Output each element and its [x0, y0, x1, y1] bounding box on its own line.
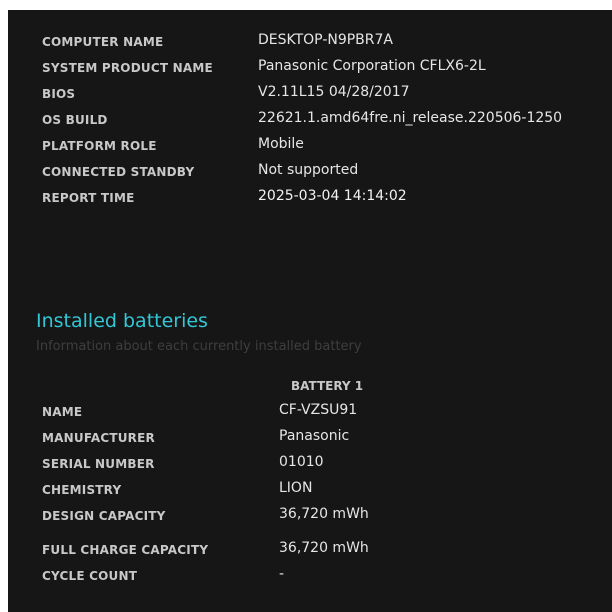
system-info-row-computer-name: COMPUTER NAME DESKTOP-N9PBR7A — [8, 32, 612, 56]
system-product-name-value: Panasonic Corporation CFLX6-2L — [258, 58, 486, 74]
design-capacity-value: 36,720 mWh — [279, 506, 369, 522]
report-time-value: 2025-03-04 14:14:02 — [258, 188, 407, 204]
serial-number-label: SERIAL NUMBER — [42, 457, 155, 471]
chemistry-value: LION — [279, 480, 313, 496]
bios-value: V2.11L15 04/28/2017 — [258, 84, 410, 100]
report-time-label: REPORT TIME — [42, 191, 135, 205]
battery-row-serial-number: SERIAL NUMBER 01010 — [8, 454, 612, 478]
system-info-row-report-time: REPORT TIME 2025-03-04 14:14:02 — [8, 188, 612, 212]
os-build-value: 22621.1.amd64fre.ni_release.220506-1250 — [258, 110, 563, 126]
platform-role-value: Mobile — [258, 136, 304, 152]
os-build-label: OS BUILD — [42, 113, 108, 127]
full-charge-capacity-label: FULL CHARGE CAPACITY — [42, 543, 209, 557]
installed-batteries-subtitle: Information about each currently install… — [36, 339, 362, 354]
manufacturer-value: Panasonic — [279, 428, 350, 444]
connected-standby-value: Not supported — [258, 162, 359, 178]
connected-standby-label: CONNECTED STANDBY — [42, 165, 195, 179]
installed-batteries-heading: Installed batteries — [36, 310, 208, 332]
battery-row-name: NAME CF-VZSU91 — [8, 402, 612, 426]
computer-name-value: DESKTOP-N9PBR7A — [258, 32, 394, 48]
design-capacity-label: DESIGN CAPACITY — [42, 509, 166, 523]
chemistry-label: CHEMISTRY — [42, 483, 122, 497]
battery-report-page: COMPUTER NAME DESKTOP-N9PBR7A SYSTEM PRO… — [8, 10, 612, 612]
system-product-name-label: SYSTEM PRODUCT NAME — [42, 61, 213, 75]
system-info-row-connected-standby: CONNECTED STANDBY Not supported — [8, 162, 612, 186]
bios-label: BIOS — [42, 87, 76, 101]
manufacturer-label: MANUFACTURER — [42, 431, 155, 445]
platform-role-label: PLATFORM ROLE — [42, 139, 157, 153]
cycle-count-label: CYCLE COUNT — [42, 569, 138, 583]
full-charge-capacity-value: 36,720 mWh — [279, 540, 369, 556]
battery-name-value: CF-VZSU91 — [279, 402, 358, 418]
battery-row-design-capacity: DESIGN CAPACITY 36,720 mWh — [8, 506, 612, 530]
system-info-row-os-build: OS BUILD 22621.1.amd64fre.ni_release.220… — [8, 110, 612, 134]
battery-row-cycle-count: CYCLE COUNT - — [8, 566, 612, 590]
battery-row-manufacturer: MANUFACTURER Panasonic — [8, 428, 612, 452]
system-info-row-product-name: SYSTEM PRODUCT NAME Panasonic Corporatio… — [8, 58, 612, 82]
system-info-row-platform-role: PLATFORM ROLE Mobile — [8, 136, 612, 160]
serial-number-value: 01010 — [279, 454, 324, 470]
battery-row-full-charge-capacity: FULL CHARGE CAPACITY 36,720 mWh — [8, 540, 612, 564]
battery-row-chemistry: CHEMISTRY LION — [8, 480, 612, 504]
battery-1-column-header: BATTERY 1 — [291, 379, 364, 393]
battery-name-label: NAME — [42, 405, 83, 419]
cycle-count-value: - — [279, 566, 285, 582]
system-info-row-bios: BIOS V2.11L15 04/28/2017 — [8, 84, 612, 108]
computer-name-label: COMPUTER NAME — [42, 35, 164, 49]
